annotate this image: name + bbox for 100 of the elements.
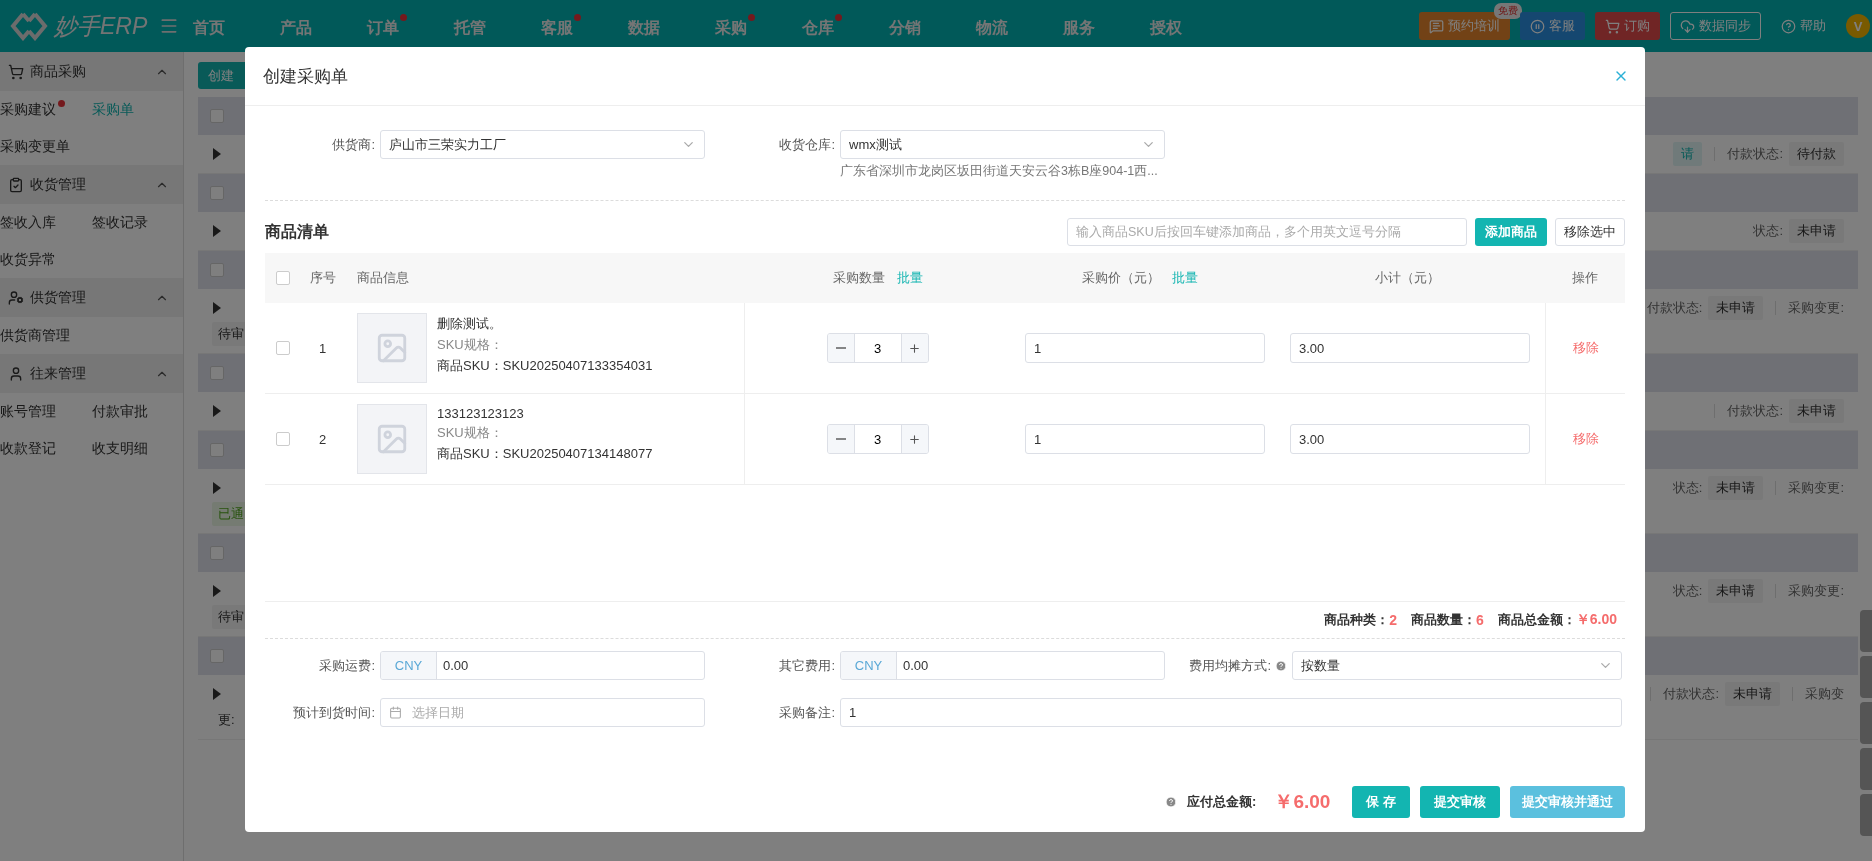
order-button[interactable]: 订购	[1595, 12, 1660, 40]
row-checkbox[interactable]	[275, 341, 290, 355]
cloud-download-icon	[1680, 18, 1695, 34]
sidebar-item[interactable]: 收货异常	[0, 241, 65, 278]
side-tab[interactable]	[1860, 610, 1872, 652]
sidebar-item[interactable]: 采购变更单	[0, 128, 79, 165]
sync-button[interactable]: 数据同步	[1670, 12, 1761, 40]
amount-field[interactable]: CNY 0.00	[840, 651, 1165, 680]
sidebar-item[interactable]: 付款审批	[92, 393, 157, 430]
product-name: 133123123123	[437, 406, 525, 421]
total-label: 应付总金额:	[1187, 793, 1257, 811]
batch-link[interactable]: 批量	[1172, 269, 1198, 287]
cart-icon	[1605, 18, 1620, 34]
sku-spec: SKU规格：	[437, 336, 504, 354]
field-label: 采购运费:	[319, 656, 375, 675]
remove-link[interactable]: 移除	[1572, 339, 1599, 357]
expand-triangle-icon[interactable]	[212, 225, 222, 237]
date-picker-field[interactable]: 选择日期	[380, 698, 705, 727]
field-label: 收货仓库:	[778, 135, 835, 154]
expand-triangle-icon[interactable]	[212, 148, 222, 160]
price-field[interactable]: 1	[1025, 333, 1265, 363]
nav-menu-item[interactable]: 首页	[193, 13, 234, 39]
expand-triangle-icon[interactable]	[212, 585, 222, 597]
remove-link[interactable]: 移除	[1572, 430, 1599, 448]
nav-menu-item[interactable]: 分销	[889, 13, 930, 39]
expand-triangle-icon[interactable]	[212, 688, 222, 700]
group-title: 供货管理	[30, 288, 87, 307]
plus-button[interactable]	[901, 334, 928, 362]
sidebar-group-header[interactable]: 收货管理	[0, 165, 183, 204]
product-sku: 商品SKU：SKU20250407133354031	[437, 357, 653, 375]
remarks-field[interactable]: 1	[840, 698, 1622, 727]
select-all-checkbox[interactable]	[275, 271, 290, 285]
nav-menu-item[interactable]: 服务	[1063, 13, 1104, 39]
minus-button[interactable]	[827, 425, 854, 453]
status-label: 付款状态:	[1727, 145, 1783, 163]
quantity-stepper[interactable]: 3	[826, 424, 929, 454]
sidebar-item[interactable]: 签收入库	[0, 204, 65, 241]
side-tab[interactable]	[1860, 702, 1872, 744]
sidebar-item[interactable]: 采购单	[92, 91, 143, 128]
chat-icon	[1429, 18, 1444, 34]
sidebar-group-header[interactable]: 供货管理	[0, 278, 183, 317]
submit-button[interactable]: 提交审核	[1420, 786, 1500, 818]
nav-menu-item[interactable]: 产品	[280, 13, 321, 39]
side-tab[interactable]	[1860, 794, 1872, 836]
nav-menu-item[interactable]: 托管	[454, 13, 495, 39]
user-avatar[interactable]: V	[1846, 14, 1870, 38]
row-index: 2	[318, 431, 327, 447]
logo-icon	[10, 11, 48, 41]
sidebar-item[interactable]: 签收记录	[92, 204, 157, 241]
amount-field[interactable]: CNY 0.00	[380, 651, 705, 680]
sidebar-item[interactable]: 收款登记	[0, 430, 65, 467]
row-checkbox[interactable]	[275, 432, 290, 446]
nav-menu-item[interactable]: 授权	[1150, 13, 1191, 39]
nav-menu-item[interactable]: 仓库	[802, 13, 843, 39]
checkbox[interactable]	[210, 443, 224, 457]
sidebar-item[interactable]: 供货商管理	[0, 317, 79, 354]
expand-triangle-icon[interactable]	[212, 482, 222, 494]
quantity-stepper[interactable]: 3	[826, 333, 929, 363]
column-header: 采购数量	[832, 269, 885, 287]
side-tab[interactable]	[1860, 748, 1872, 790]
checkbox[interactable]	[210, 263, 224, 277]
supplier-select[interactable]: 庐山市三荣实力工厂	[380, 130, 705, 159]
checkbox[interactable]	[210, 366, 224, 380]
sidebar-group-header[interactable]: 往来管理	[0, 354, 183, 393]
logo-text: 妙手ERP	[54, 11, 148, 41]
side-tab[interactable]	[1860, 656, 1872, 698]
sidebar-item[interactable]: 采购建议	[0, 91, 65, 128]
user-gear-icon	[8, 289, 24, 306]
nav-menu-item[interactable]: 物流	[976, 13, 1017, 39]
subtotal-field[interactable]: 3.00	[1290, 424, 1530, 454]
plus-button[interactable]	[901, 425, 928, 453]
checkbox[interactable]	[210, 649, 224, 663]
remove-selected-button[interactable]: 移除选中	[1555, 218, 1625, 246]
allocation-select[interactable]: 按数量	[1292, 651, 1622, 680]
price-field[interactable]: 1	[1025, 424, 1265, 454]
minus-button[interactable]	[827, 334, 854, 362]
nav-menu-item[interactable]: 采购	[715, 13, 756, 39]
help-button[interactable]: 帮助	[1771, 12, 1836, 40]
checkbox[interactable]	[210, 546, 224, 560]
service-button[interactable]: 客服	[1520, 12, 1585, 40]
subtotal-field[interactable]: 3.00	[1290, 333, 1530, 363]
checkbox[interactable]	[210, 109, 224, 123]
status-tag: 未申请	[1789, 219, 1844, 243]
nav-menu-item[interactable]: 订单	[367, 13, 408, 39]
sidebar-item[interactable]: 账号管理	[0, 393, 65, 430]
add-product-button[interactable]: 添加商品	[1475, 218, 1547, 246]
batch-link[interactable]: 批量	[896, 269, 923, 287]
summary-value: 2	[1389, 612, 1397, 628]
sidebar-group-header[interactable]: 商品采购	[0, 52, 183, 91]
expand-triangle-icon[interactable]	[212, 405, 222, 417]
warehouse-address: 广东省深圳市龙岗区坂田街道天安云谷3栋B座904-1西...	[840, 163, 1159, 180]
sku-input[interactable]: 输入商品SKU后按回车键添加商品，多个用英文逗号分隔	[1067, 218, 1467, 246]
submit-button[interactable]: 提交审核并通过	[1510, 786, 1625, 818]
sidebar-item[interactable]: 收支明细	[92, 430, 157, 467]
nav-menu-item[interactable]: 数据	[628, 13, 669, 39]
checkbox[interactable]	[210, 186, 224, 200]
warehouse-select[interactable]: wmx测试	[840, 130, 1165, 159]
expand-triangle-icon[interactable]	[212, 302, 222, 314]
save-button[interactable]: 保 存	[1352, 786, 1410, 818]
nav-menu-item[interactable]: 客服	[541, 13, 582, 39]
